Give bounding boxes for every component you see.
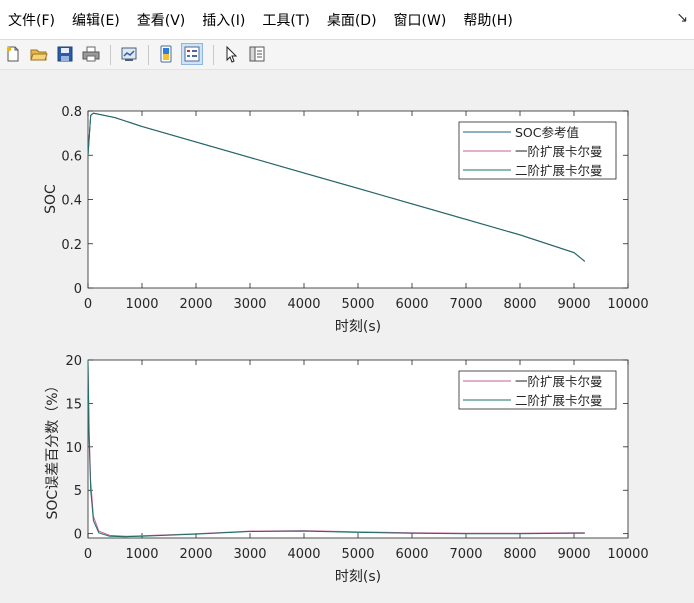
y-tick-label: 20 (65, 354, 82, 369)
y-tick-label: 0.4 (61, 194, 82, 209)
menu-view[interactable]: 查看(V) (135, 8, 188, 32)
pointer-icon[interactable] (220, 43, 242, 65)
y-tick-label: 0 (74, 282, 82, 297)
figure-toolbar (0, 40, 694, 70)
x-tick-label: 8000 (503, 297, 536, 312)
x-tick-label: 2000 (179, 547, 212, 562)
legend-label-soc-ref: SOC参考值 (515, 125, 579, 140)
x-tick-label: 1000 (125, 297, 158, 312)
menu-tools[interactable]: 工具(T) (260, 8, 311, 32)
x-tick-label: 8000 (503, 547, 536, 562)
x-tick-label: 0 (84, 547, 92, 562)
x-tick-label: 7000 (449, 547, 482, 562)
soc-axes[interactable]: 0 1000 2000 3000 4000 5000 6000 7000 8000 9000 100… (43, 105, 649, 335)
soc-x-label: 时刻(s) (335, 319, 381, 335)
error-y-label: SOC误差百分数（%） (45, 379, 61, 520)
y-tick-label: 0.6 (61, 149, 82, 164)
legend-label-ekf1: 一阶扩展卡尔曼 (515, 374, 603, 389)
insert-colorbar-icon[interactable] (155, 43, 177, 65)
x-tick-label: 10000 (607, 547, 648, 562)
error-axes[interactable]: 0 1000 2000 3000 4000 5000 6000 7000 8000 9000 100… (45, 354, 649, 585)
save-icon[interactable] (54, 43, 76, 65)
y-tick-label: 0.8 (61, 105, 82, 120)
x-tick-label: 0 (84, 297, 92, 312)
toolbar-separator (213, 45, 214, 65)
x-tick-label: 6000 (395, 547, 428, 562)
y-tick-label: 5 (74, 484, 82, 499)
y-tick-label: 10 (65, 441, 82, 456)
legend-label-ekf2: 二阶扩展卡尔曼 (515, 393, 603, 408)
property-inspector-icon[interactable] (246, 43, 268, 65)
x-tick-label: 4000 (287, 547, 320, 562)
figure-svg: 0 1000 2000 3000 4000 5000 6000 7000 8000 9000 100… (43, 105, 649, 585)
link-plot-icon[interactable] (118, 43, 140, 65)
open-folder-icon[interactable] (28, 43, 50, 65)
x-tick-label: 5000 (341, 547, 374, 562)
menu-bar: 文件(F) 编辑(E) 查看(V) 插入(I) 工具(T) 桌面(D) 窗口(W… (0, 0, 694, 40)
toolbar-separator (148, 45, 149, 65)
soc-legend[interactable]: SOC参考值 一阶扩展卡尔曼 二阶扩展卡尔曼 (458, 121, 617, 180)
figure-canvas: 0 1000 2000 3000 4000 5000 6000 7000 8000 9000 100… (0, 71, 694, 599)
dock-arrow-icon[interactable]: ↘ (676, 10, 688, 26)
x-tick-label: 3000 (233, 297, 266, 312)
soc-y-label: SOC (43, 184, 59, 214)
menu-file[interactable]: 文件(F) (6, 8, 57, 32)
x-tick-label: 6000 (395, 297, 428, 312)
error-x-label: 时刻(s) (335, 569, 381, 585)
x-tick-label: 10000 (607, 297, 648, 312)
menu-help[interactable]: 帮助(H) (461, 8, 514, 32)
toolbar-separator (110, 45, 111, 65)
menu-window[interactable]: 窗口(W) (392, 8, 449, 32)
error-legend[interactable]: 一阶扩展卡尔曼 二阶扩展卡尔曼 (458, 370, 617, 410)
print-icon[interactable] (80, 43, 102, 65)
x-tick-label: 4000 (287, 297, 320, 312)
x-tick-label: 5000 (341, 297, 374, 312)
y-tick-label: 0.2 (61, 238, 82, 253)
menu-desktop[interactable]: 桌面(D) (325, 8, 379, 32)
x-tick-label: 7000 (449, 297, 482, 312)
legend-label-ekf1: 一阶扩展卡尔曼 (515, 144, 603, 159)
x-tick-label: 2000 (179, 297, 212, 312)
x-tick-label: 9000 (557, 297, 590, 312)
insert-legend-icon[interactable] (181, 43, 203, 65)
x-tick-label: 9000 (557, 547, 590, 562)
menu-edit[interactable]: 编辑(E) (70, 8, 122, 32)
new-figure-icon[interactable] (2, 43, 24, 65)
y-tick-label: 0 (74, 528, 82, 543)
x-tick-label: 3000 (233, 547, 266, 562)
menu-insert[interactable]: 插入(I) (200, 8, 247, 32)
legend-label-ekf2: 二阶扩展卡尔曼 (515, 163, 603, 178)
x-tick-label: 1000 (125, 547, 158, 562)
y-tick-label: 15 (65, 397, 82, 412)
